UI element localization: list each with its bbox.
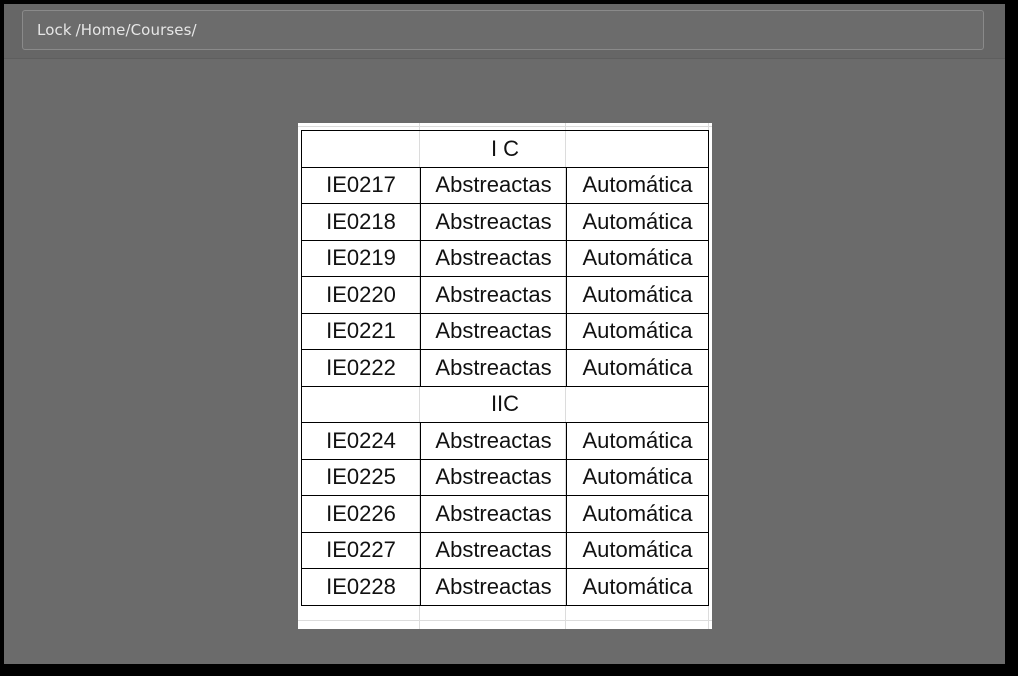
course-code-cell: IE0222 xyxy=(301,349,421,387)
gridline xyxy=(298,126,712,127)
table-row: IE0228 Abstreactas Automática xyxy=(301,568,709,606)
course-cell: Automática xyxy=(566,166,709,204)
lock-label[interactable]: Lock xyxy=(37,21,72,39)
path-text: /Home/Courses/ xyxy=(75,21,197,39)
table-row: IE0222 Abstreactas Automática xyxy=(301,349,709,387)
course-cell: Automática xyxy=(566,276,709,314)
table-row: IE0224 Abstreactas Automática xyxy=(301,422,709,460)
table-row: IE0219 Abstreactas Automática xyxy=(301,239,709,277)
course-code-cell: IE0226 xyxy=(301,495,421,533)
course-cell: Automática xyxy=(566,239,709,277)
course-cell: Abstreactas xyxy=(420,312,567,350)
course-cell: Abstreactas xyxy=(420,422,567,460)
table-row: IE0225 Abstreactas Automática xyxy=(301,458,709,496)
viewer-window: Lock/Home/Courses/ I C IE0217 Abstreactas A… xyxy=(4,4,1005,664)
course-cell: Abstreactas xyxy=(420,349,567,387)
table-row: IE0218 Abstreactas Automática xyxy=(301,203,709,241)
course-cell: Automática xyxy=(566,495,709,533)
course-code-cell: IE0221 xyxy=(301,312,421,350)
table-row: IE0227 Abstreactas Automática xyxy=(301,531,709,569)
course-code-cell: IE0218 xyxy=(301,203,421,241)
course-cell: Abstreactas xyxy=(420,495,567,533)
course-cell: Automática xyxy=(566,203,709,241)
course-code-cell: IE0225 xyxy=(301,458,421,496)
table-row: IE0221 Abstreactas Automática xyxy=(301,312,709,350)
course-cell: Automática xyxy=(566,312,709,350)
spreadsheet-image: I C IE0217 Abstreactas Automática IE0218 Abst… xyxy=(298,123,712,629)
top-bar: Lock/Home/Courses/ xyxy=(4,4,1005,59)
course-cell: Abstreactas xyxy=(420,531,567,569)
path-bar[interactable]: Lock/Home/Courses/ xyxy=(22,10,984,50)
course-cell: Automática xyxy=(566,422,709,460)
table-row: IE0220 Abstreactas Automática xyxy=(301,276,709,314)
course-code-cell: IE0219 xyxy=(301,239,421,277)
course-cell: Automática xyxy=(566,458,709,496)
course-cell: Abstreactas xyxy=(420,276,567,314)
course-cell: Automática xyxy=(566,568,709,606)
course-code-cell: IE0220 xyxy=(301,276,421,314)
course-cell: Automática xyxy=(566,531,709,569)
group-header-row: IIC xyxy=(301,385,709,423)
course-code-cell: IE0228 xyxy=(301,568,421,606)
course-cell: Abstreactas xyxy=(420,239,567,277)
courses-table-body: I C IE0217 Abstreactas Automática IE0218 Abst… xyxy=(301,130,709,606)
gridline xyxy=(298,620,712,621)
group-header-row: I C xyxy=(301,130,709,168)
table-row: IE0226 Abstreactas Automática xyxy=(301,495,709,533)
course-code-cell: IE0227 xyxy=(301,531,421,569)
course-code-cell: IE0224 xyxy=(301,422,421,460)
course-cell: Abstreactas xyxy=(420,458,567,496)
course-cell: Abstreactas xyxy=(420,203,567,241)
course-cell: Automática xyxy=(566,349,709,387)
course-code-cell: IE0217 xyxy=(301,166,421,204)
group-label: IIC xyxy=(301,385,709,423)
course-cell: Abstreactas xyxy=(420,568,567,606)
table-row: IE0217 Abstreactas Automática xyxy=(301,166,709,204)
course-cell: Abstreactas xyxy=(420,166,567,204)
courses-table: I C IE0217 Abstreactas Automática IE0218 Abst… xyxy=(301,130,709,606)
group-label: I C xyxy=(301,130,709,168)
